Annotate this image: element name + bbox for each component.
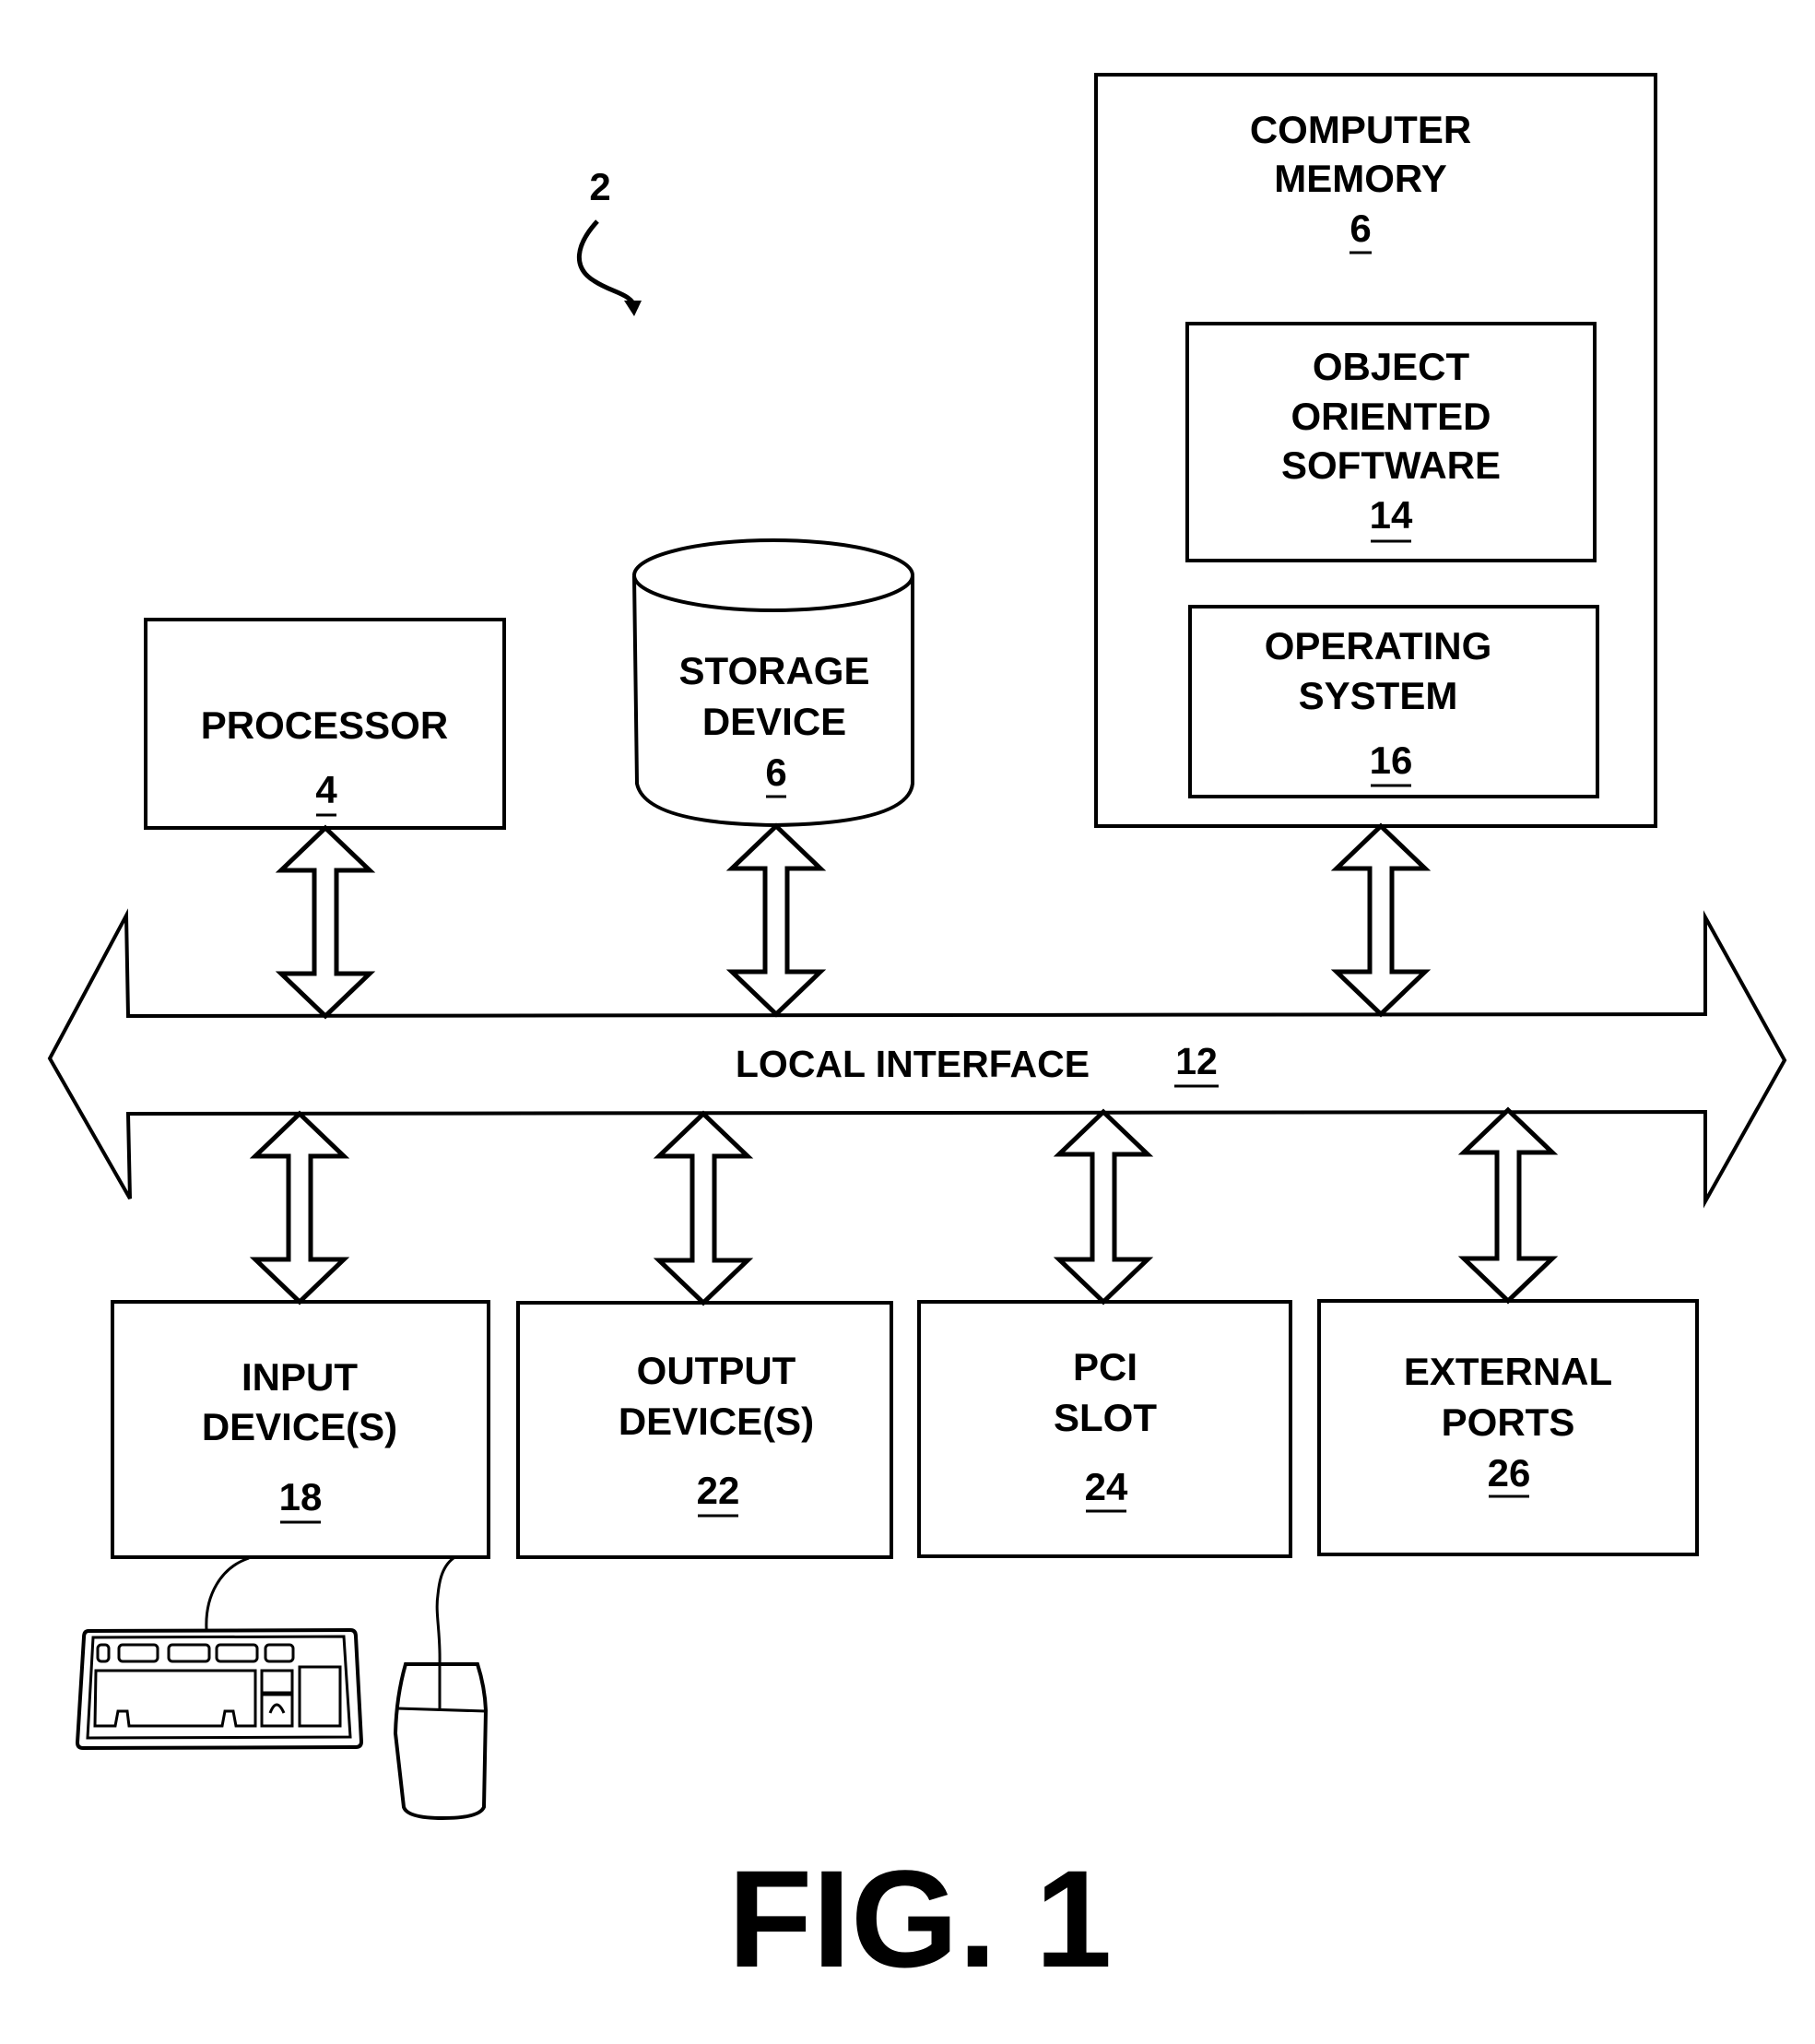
storage-device-block: STORAGE DEVICE 6: [632, 538, 914, 828]
pci-bus-arrow-icon: [1053, 1108, 1154, 1306]
storage-cylinder-top: [632, 538, 914, 612]
reference-arrowhead-icon: [624, 301, 642, 316]
output-label-line1: OUTPUT: [637, 1349, 796, 1392]
computer-memory-label-line1: COMPUTER: [1250, 108, 1471, 151]
os-label-line1: OPERATING: [1265, 624, 1492, 668]
operating-system-block: OPERATING SYSTEM 16: [1188, 605, 1599, 798]
oos-label-line3: SOFTWARE: [1281, 443, 1501, 487]
processor-ref: 4: [315, 768, 337, 811]
pci-label-line1: PCI: [1073, 1345, 1137, 1388]
input-devices-block: INPUT DEVICE(S) 18: [111, 1300, 490, 1559]
computer-memory-label-line2: MEMORY: [1274, 157, 1446, 200]
storage-label-line1: STORAGE: [679, 649, 870, 692]
output-label-line2: DEVICE(S): [619, 1400, 814, 1443]
oos-label-line2: ORIENTED: [1291, 395, 1491, 438]
computer-memory-block: COMPUTER MEMORY 6 OBJECT ORIENTED SOFTWA…: [1094, 73, 1657, 828]
storage-bus-arrow-icon: [725, 822, 827, 1018]
os-label-line2: SYSTEM: [1299, 674, 1458, 717]
input-label-line1: INPUT: [242, 1355, 358, 1399]
processor-bus-arrow-icon: [275, 824, 376, 1020]
memory-bus-arrow-icon: [1330, 822, 1432, 1018]
output-bus-arrow-icon: [653, 1110, 754, 1306]
reference-squiggle-arrow-icon: [577, 219, 639, 310]
os-ref: 16: [1370, 738, 1413, 782]
input-bus-arrow-icon: [249, 1110, 350, 1306]
processor-block: PROCESSOR 4: [144, 618, 506, 830]
system-block-diagram: 2 COMPUTER MEMORY 6 OBJECT ORIENTED SOFT…: [47, 73, 1787, 1996]
input-ref: 18: [279, 1475, 323, 1518]
ports-label-line1: EXTERNAL: [1404, 1350, 1612, 1393]
mouse-icon: [393, 1556, 489, 1821]
oos-ref: 14: [1370, 493, 1413, 537]
input-label-line2: DEVICE(S): [202, 1405, 397, 1448]
storage-label-line2: DEVICE: [702, 700, 846, 743]
local-interface-label: LOCAL INTERFACE: [736, 1043, 1090, 1085]
storage-ref: 6: [765, 750, 786, 794]
output-ref: 22: [697, 1469, 740, 1512]
pci-label-line2: SLOT: [1054, 1396, 1157, 1439]
external-ports-block: EXTERNAL PORTS 26: [1317, 1299, 1699, 1556]
figure-reference-number: 2: [589, 165, 610, 208]
computer-memory-ref: 6: [1349, 207, 1371, 250]
figure-reference: 2: [577, 165, 642, 316]
output-devices-block: OUTPUT DEVICE(S) 22: [516, 1301, 893, 1559]
pci-ref: 24: [1085, 1465, 1128, 1508]
object-oriented-software-block: OBJECT ORIENTED SOFTWARE 14: [1185, 322, 1597, 562]
local-interface-ref: 12: [1175, 1040, 1218, 1082]
pci-slot-block: PCI SLOT 24: [917, 1300, 1292, 1558]
ports-bus-arrow-icon: [1457, 1106, 1559, 1305]
ports-ref: 26: [1488, 1451, 1531, 1495]
figure-caption: FIG. 1: [728, 1841, 1113, 1996]
processor-label: PROCESSOR: [201, 703, 448, 747]
keyboard-icon: [75, 1556, 364, 1751]
oos-label-line1: OBJECT: [1313, 345, 1470, 388]
ports-label-line2: PORTS: [1442, 1400, 1575, 1444]
